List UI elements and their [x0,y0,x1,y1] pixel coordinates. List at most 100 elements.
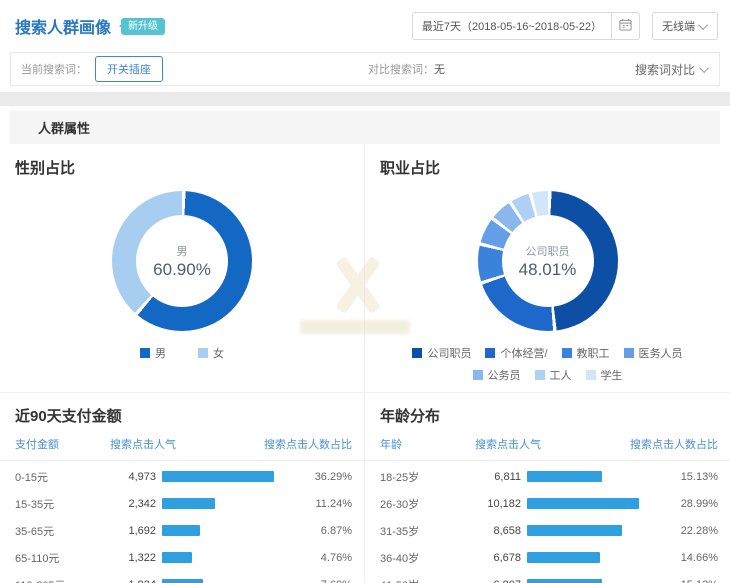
gender-legend: 男女 [0,345,364,361]
gender-center-value: 60.90% [153,260,211,280]
value-bar [527,471,602,482]
gender-ratio-panel: 性别占比 男 60.90% 男女 [0,144,365,392]
donut-charts-row: 性别占比 男 60.90% 男女 职业占比 公司职员 [0,144,730,392]
legend-swatch [140,348,150,358]
legend-label: 医务人员 [639,345,683,361]
legend-label: 女 [213,345,224,361]
legend-label: 公司职员 [427,345,471,361]
occupation-legend: 公司职员个体经营/教职工 医务人员公务员 工人 学生 [393,345,703,383]
value-bar [527,498,639,509]
row-label: 110-205元 [15,577,110,583]
legend-item[interactable]: 女 [198,345,224,361]
row-percent: 6.87% [286,525,352,537]
terminal-select[interactable]: 无线端 [652,12,718,40]
page-title: 搜索人群画像 [15,14,111,38]
calendar-icon [619,18,632,34]
legend-item[interactable]: 个体经营/ [485,345,547,361]
terminal-select-label: 无线端 [662,18,695,34]
legend-item[interactable]: 公务员 [473,367,521,383]
legend-swatch [562,348,572,358]
current-keyword-button[interactable]: 开关插座 [95,56,163,82]
keyword-compare-toggle-label: 搜索词对比 [635,61,695,78]
payment-amount-panel: 近90天支付金额 支付金额 搜索点击人气 搜索点击人数占比 0-15元4,973… [0,393,365,583]
row-value: 6,678 [475,552,521,564]
row-label: 36-40岁 [380,550,475,566]
chevron-down-icon [699,63,709,73]
table-row: 65-110元1,3224.76% [15,544,352,571]
row-label: 35-65元 [15,523,110,539]
date-range-button[interactable]: 最近7天（2018-05-16~2018-05-22） [412,12,612,40]
column-header: 搜索点击人数占比 [606,436,718,452]
upgrade-badge: 新升级 [121,18,165,35]
row-percent: 4.76% [286,552,352,564]
bar-track [527,552,652,563]
row-percent: 22.28% [652,525,718,537]
legend-item[interactable]: 教职工 [562,345,610,361]
keyword-compare-toggle[interactable]: 搜索词对比 [635,61,709,78]
row-value: 1,692 [110,525,156,537]
bar-track [162,471,286,482]
legend-item[interactable]: 工人 [535,367,572,383]
legend-swatch [473,370,483,380]
value-bar [162,525,200,536]
legend-label: 教职工 [577,345,610,361]
row-value: 10,182 [475,498,521,510]
crowd-attributes-section: 人群属性 性别占比 男 60.90% 男女 职业占比 [0,111,730,583]
header-controls: 最近7天（2018-05-16~2018-05-22） [412,12,718,40]
legend-label: 工人 [550,367,572,383]
value-bar [162,552,192,563]
current-keyword-label: 当前搜索词： [21,61,87,77]
age-distribution-panel: 年龄分布 年龄 搜索点击人气 搜索点击人数占比 18-25岁6,81115.13… [365,393,730,583]
legend-label: 公务员 [488,367,521,383]
table-row: 0-15元4,973 36.29% [15,463,352,490]
occupation-donut-center-label: 公司职员 48.01% [478,191,618,331]
row-label: 65-110元 [15,550,110,566]
legend-label: 男 [155,345,166,361]
row-percent: 36.29% [286,471,352,483]
legend-label: 学生 [601,367,623,383]
table-row: 41-50岁6,80715.12% [380,571,718,583]
gender-center-name: 男 [177,243,188,259]
legend-swatch [485,348,495,358]
search-crowd-portrait-page: 搜索人群画像 新升级 最近7天（2018-05-16~2018-05-22） [0,0,730,583]
legend-item[interactable]: 学生 [586,367,623,383]
column-header: 年龄 [380,436,475,452]
occupation-donut-chart[interactable]: 公司职员 48.01% [478,191,618,331]
bar-track [527,498,652,509]
value-bar [527,552,600,563]
bar-track [162,579,286,583]
legend-swatch [535,370,545,380]
legend-item[interactable]: 公司职员 [412,345,471,361]
row-label: 26-30岁 [380,496,475,512]
legend-swatch [198,348,208,358]
payment-table-header: 支付金额 搜索点击人气 搜索点击人数占比 [0,436,364,461]
bar-track [527,579,652,583]
legend-swatch [624,348,634,358]
legend-item[interactable]: 医务人员 [624,345,683,361]
compare-keyword-value: 无 [434,61,445,77]
table-row: 36-40岁6,67814.66% [380,544,718,571]
row-value: 8,658 [475,525,521,537]
section-header: 人群属性 [10,111,720,144]
table-row: 15-35元2,34211.24% [15,490,352,517]
section-divider-band [0,92,730,106]
row-label: 18-25岁 [380,469,475,485]
row-label: 41-50岁 [380,577,475,583]
row-label: 15-35元 [15,496,110,512]
row-label: 0-15元 [15,469,110,485]
payment-table-title: 近90天支付金额 [0,393,364,436]
table-row: 35-65元1,692 6.87% [15,517,352,544]
gender-chart-title: 性别占比 [0,144,364,178]
row-value: 1,824 [110,579,156,583]
row-value: 4,973 [110,471,156,483]
legend-item[interactable]: 男 [140,345,166,361]
occupation-center-name: 公司职员 [526,243,570,259]
calendar-button[interactable] [612,12,640,40]
bar-track [162,498,286,509]
gender-donut-chart[interactable]: 男 60.90% [112,191,252,331]
row-value: 6,811 [475,471,521,483]
table-row: 31-35岁8,65822.28% [380,517,718,544]
legend-swatch [586,370,596,380]
table-row: 110-205元1,8247.69% [15,571,352,583]
column-header: 搜索点击人气 [110,436,240,452]
